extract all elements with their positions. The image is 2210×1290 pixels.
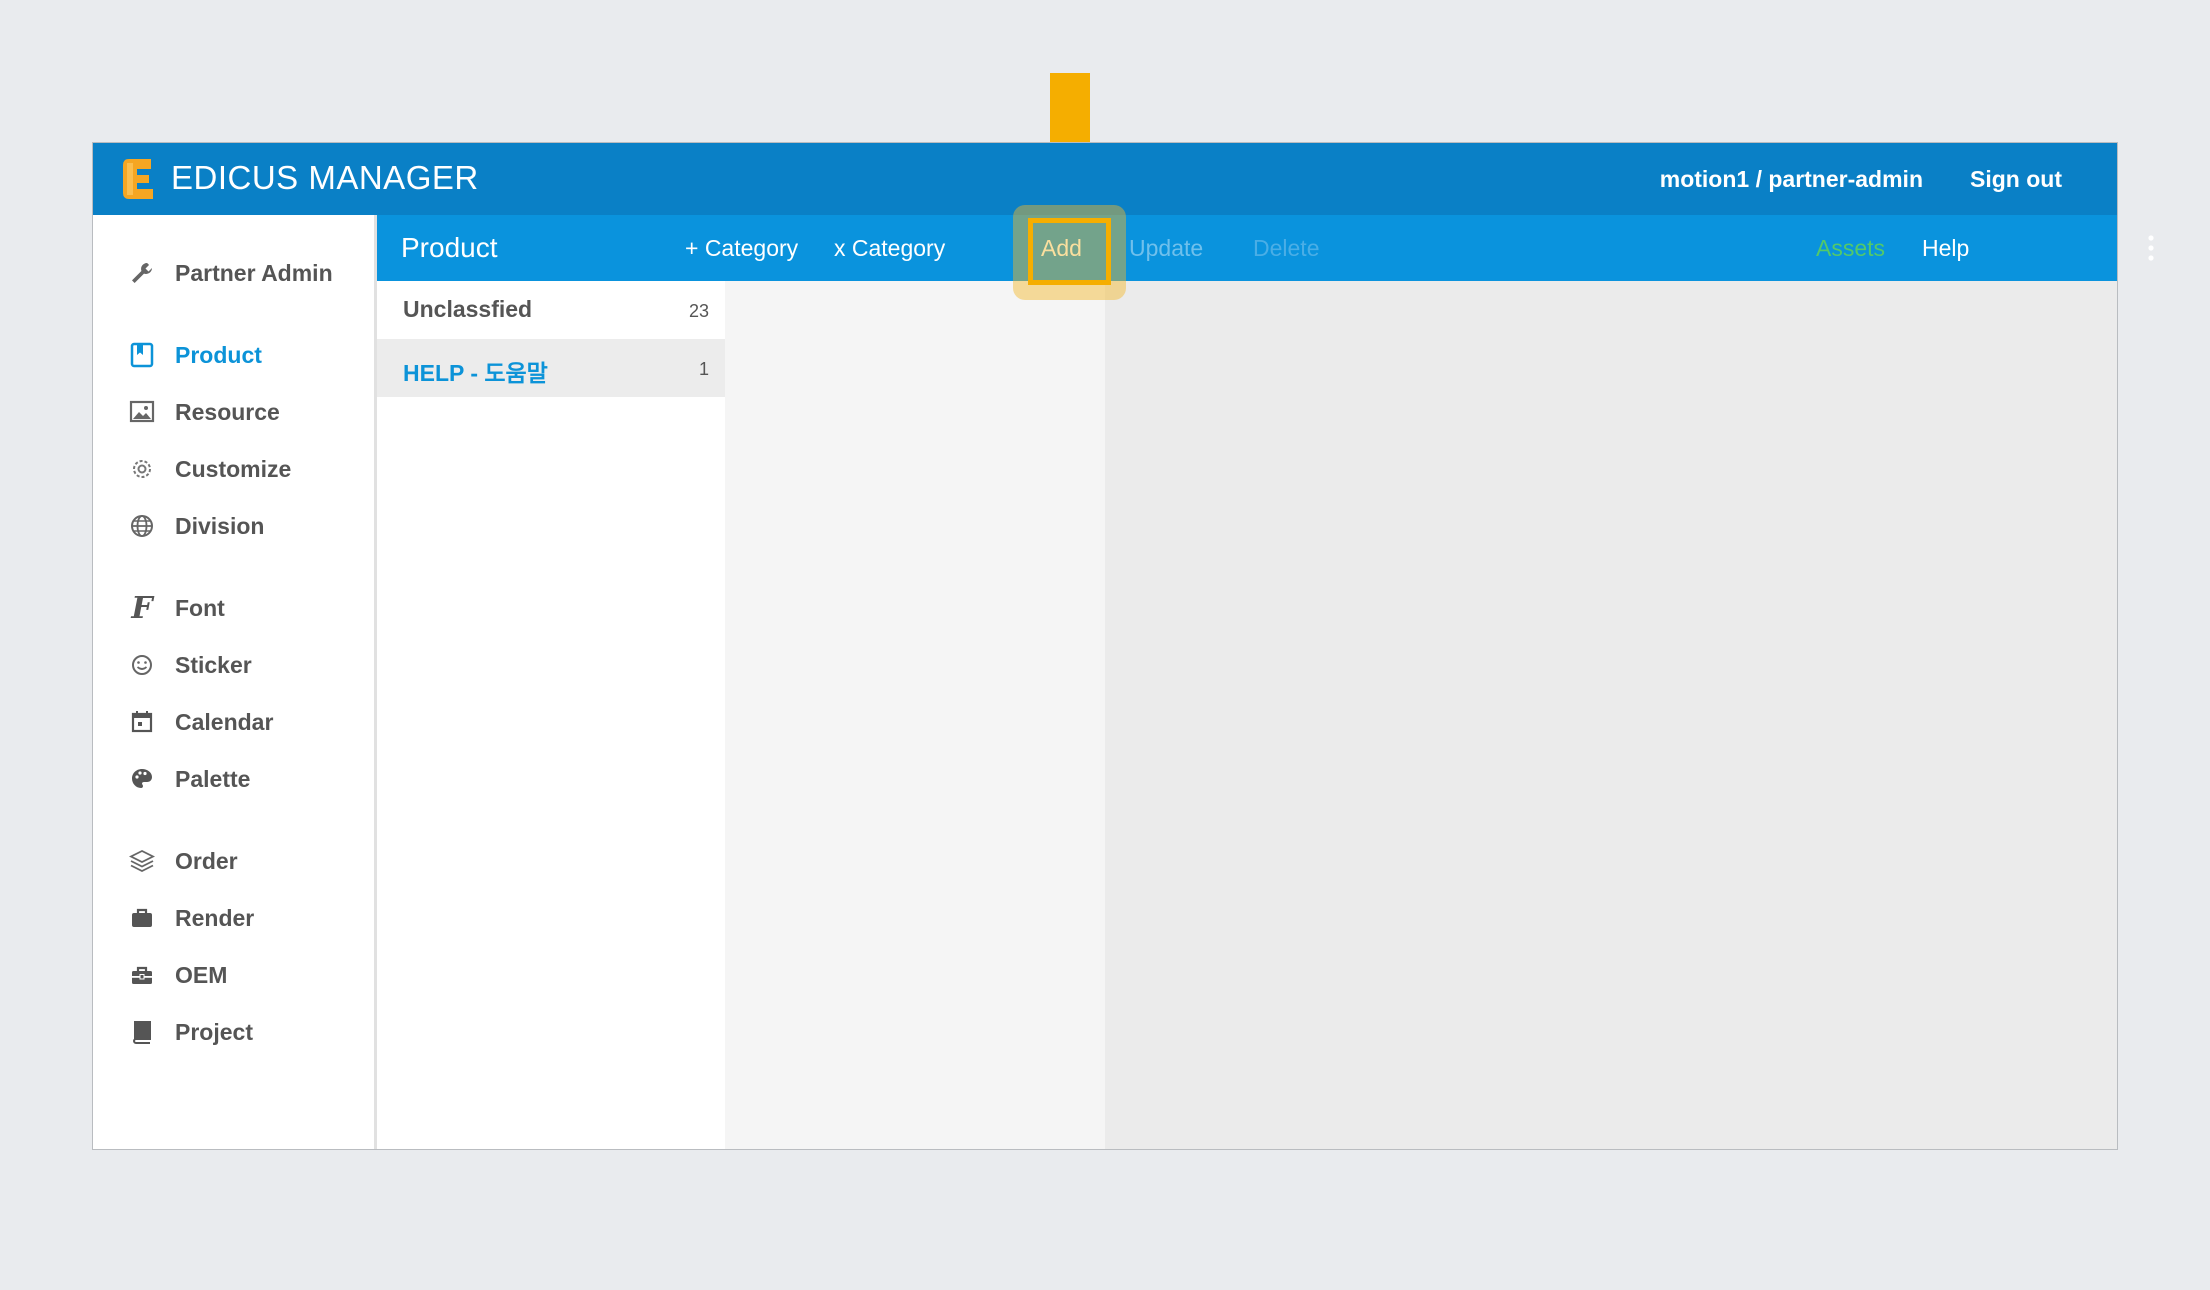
sidebar-item-label: Sticker: [175, 651, 252, 678]
smiley-icon: [127, 650, 157, 680]
sidebar-item-order[interactable]: Order: [127, 841, 238, 881]
page-title: Product: [401, 232, 498, 263]
sidebar-item-label: Calendar: [175, 708, 274, 735]
sidebar-item-label: Resource: [175, 398, 280, 425]
sidebar-item-render[interactable]: Render: [127, 898, 254, 938]
delete-button[interactable]: Delete: [1253, 215, 1319, 281]
category-row[interactable]: HELP - 도움말 1: [377, 339, 725, 397]
calendar-icon: [127, 707, 157, 737]
sidebar-item-label: Division: [175, 512, 265, 539]
category-name: Unclassfied: [403, 296, 533, 322]
sidebar-item-label: OEM: [175, 961, 228, 988]
sidebar-item-font[interactable]: F Font: [127, 588, 225, 628]
category-count: 23: [688, 301, 709, 321]
book-icon: [127, 1017, 157, 1047]
toolbox-icon: [127, 960, 157, 990]
wrench-icon: [127, 258, 157, 288]
product-toolbar: Product + Category x Category Add Update…: [377, 215, 2154, 281]
gear-icon: [127, 454, 157, 484]
layers-icon: [127, 846, 157, 876]
sidebar-item-oem[interactable]: OEM: [127, 955, 227, 995]
globe-icon: [127, 511, 157, 541]
briefcase-icon: [127, 903, 157, 933]
user-account-label[interactable]: motion1 / partner-admin: [1660, 166, 1923, 193]
bookmark-book-icon: [127, 340, 157, 370]
edicus-logo-icon: [123, 159, 153, 199]
sidebar-item-label: Project: [175, 1018, 253, 1045]
sidebar-item-calendar[interactable]: Calendar: [127, 702, 273, 742]
sidebar-item-label: Order: [175, 847, 238, 874]
assets-button[interactable]: Assets: [1816, 215, 1885, 281]
sidebar-item-label: Customize: [175, 455, 292, 482]
add-category-button[interactable]: + Category: [685, 215, 798, 281]
sidebar-item-division[interactable]: Division: [127, 506, 264, 546]
product-list-pane: [725, 281, 1105, 1149]
sidebar-item-resource[interactable]: Resource: [127, 392, 280, 432]
category-list: Unclassfied 23 HELP - 도움말 1: [377, 281, 725, 1149]
highlight-box: [1028, 218, 1111, 285]
sidebar-item-sticker[interactable]: Sticker: [127, 645, 252, 685]
product-detail-pane: [1105, 281, 2117, 1149]
help-button[interactable]: Help: [1922, 215, 1969, 281]
sidebar-item-palette[interactable]: Palette: [127, 759, 250, 799]
sidebar-item-label: Palette: [175, 765, 251, 792]
category-count: 1: [698, 359, 709, 379]
sidebar-item-product[interactable]: Product: [127, 335, 262, 375]
sidebar-item-customize[interactable]: Customize: [127, 449, 291, 489]
sidebar-item-label: Product: [175, 341, 262, 368]
sign-out-button[interactable]: Sign out: [1970, 166, 2062, 193]
sidebar-item-label: Font: [175, 594, 225, 621]
image-icon: [127, 397, 157, 427]
palette-icon: [127, 764, 157, 794]
category-row[interactable]: Unclassfied 23: [377, 281, 725, 339]
update-button[interactable]: Update: [1129, 215, 1203, 281]
sidebar-item-partner-admin[interactable]: Partner Admin: [127, 253, 333, 293]
sidebar-item-project[interactable]: Project: [127, 1012, 253, 1052]
vertical-dots-icon[interactable]: [2146, 215, 2166, 281]
sidebar: Partner Admin Product Resource Customize: [93, 215, 377, 1149]
sidebar-item-label: Partner Admin: [175, 259, 333, 286]
font-icon: F: [131, 590, 153, 626]
app-brand: EDICUS MANAGER: [171, 159, 479, 196]
remove-category-button[interactable]: x Category: [834, 215, 945, 281]
category-name: HELP - 도움말: [403, 360, 548, 386]
sidebar-item-label: Render: [175, 904, 255, 931]
